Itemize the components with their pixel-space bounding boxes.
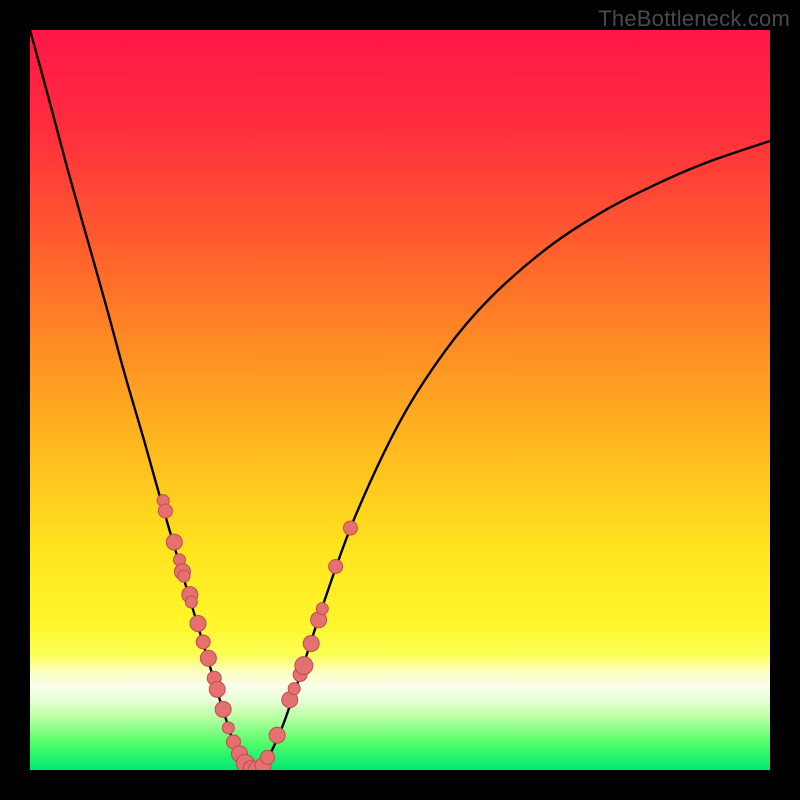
scatter-dot [269, 727, 285, 743]
scatter-dot [166, 534, 182, 550]
plot-area [30, 30, 770, 770]
scatter-dot [158, 504, 172, 518]
scatter-dot [288, 683, 300, 695]
scatter-dot [209, 681, 225, 697]
scatter-dot [200, 650, 216, 666]
scatter-dot [295, 657, 313, 675]
scatter-dot [343, 521, 357, 535]
scatter-dot [190, 615, 206, 631]
scatter-dot [261, 750, 275, 764]
watermark-text: TheBottleneck.com [598, 6, 790, 32]
scatter-dot [329, 560, 343, 574]
chart-frame: TheBottleneck.com [0, 0, 800, 800]
scatter-dot [303, 635, 319, 651]
scatter-dots [157, 495, 357, 770]
scatter-dot [185, 596, 197, 608]
bottleneck-curve [30, 30, 770, 770]
scatter-dot [222, 722, 234, 734]
scatter-dot [178, 570, 190, 582]
scatter-dot [196, 635, 210, 649]
chart-svg [30, 30, 770, 770]
scatter-dot [215, 701, 231, 717]
scatter-dot [316, 603, 328, 615]
